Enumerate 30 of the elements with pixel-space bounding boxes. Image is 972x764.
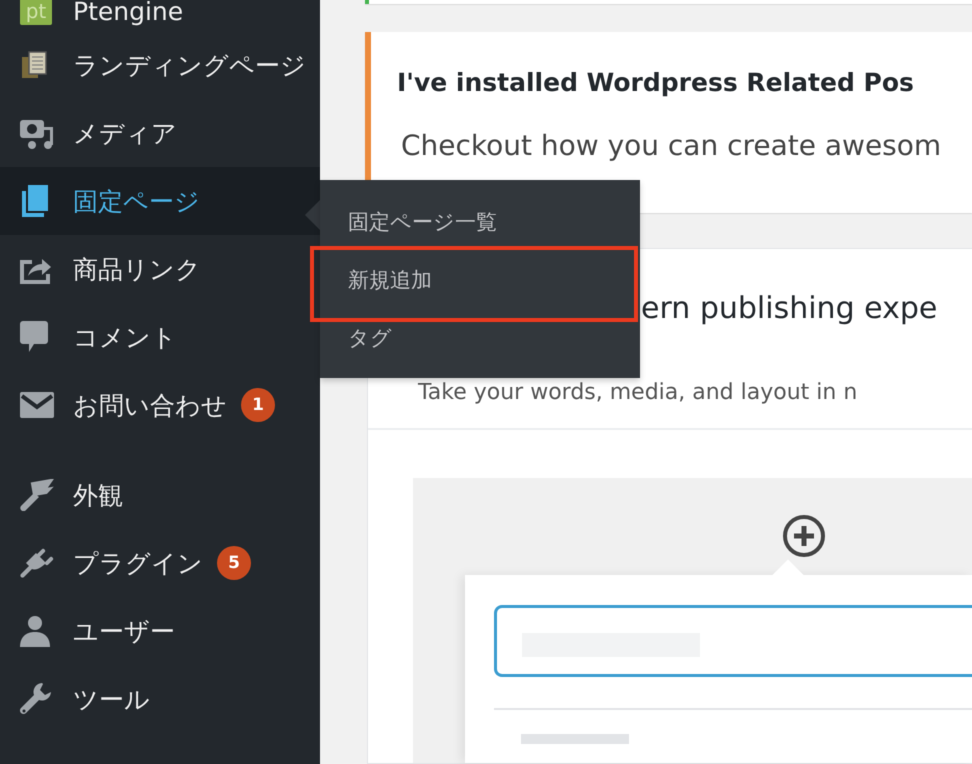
wrench-icon: [20, 683, 52, 715]
envelope-icon: [20, 392, 54, 418]
notice-title: I've installed Wordpress Related Pos: [397, 68, 914, 97]
sidebar-item[interactable]: 外観: [0, 461, 320, 529]
sidebar-item[interactable]: pt Ptengine: [0, 0, 320, 31]
pages-icon: [20, 185, 50, 217]
menu-item[interactable]: 新規追加: [348, 266, 432, 294]
logo-icon: pt: [20, 0, 52, 25]
sidebar-item[interactable]: お問い合わせ 1: [0, 371, 320, 439]
sidebar-item[interactable]: ユーザー: [0, 597, 320, 665]
count-badge: 1: [241, 388, 275, 422]
sidebar-item[interactable]: ツール: [0, 665, 320, 733]
speech-bubble-icon: [20, 321, 48, 353]
paintbrush-icon: [20, 479, 56, 511]
sidebar-item[interactable]: 固定ページ: [0, 167, 320, 235]
sidebar-item[interactable]: 商品リンク: [0, 235, 320, 303]
menu-item[interactable]: 固定ページ一覧: [348, 208, 497, 236]
welcome-subtext: Take your words, media, and layout in n: [418, 380, 858, 405]
sidebar-item[interactable]: ランディングページ: [0, 31, 320, 99]
welcome-heading: ern publishing expe: [641, 291, 938, 326]
menu-item[interactable]: タグ: [348, 324, 392, 352]
count-badge: 5: [217, 546, 251, 580]
sidebar-item[interactable]: メディア: [0, 99, 320, 167]
notice-text: Checkout how you can create awesom: [401, 129, 942, 162]
user-icon: [20, 615, 50, 647]
plug-icon: [20, 547, 54, 579]
sidebar-item[interactable]: コメント: [0, 303, 320, 371]
sidebar-item[interactable]: プラグイン 5: [0, 529, 320, 597]
add-block-icon: [782, 514, 826, 558]
document-stack-icon: [20, 50, 50, 80]
